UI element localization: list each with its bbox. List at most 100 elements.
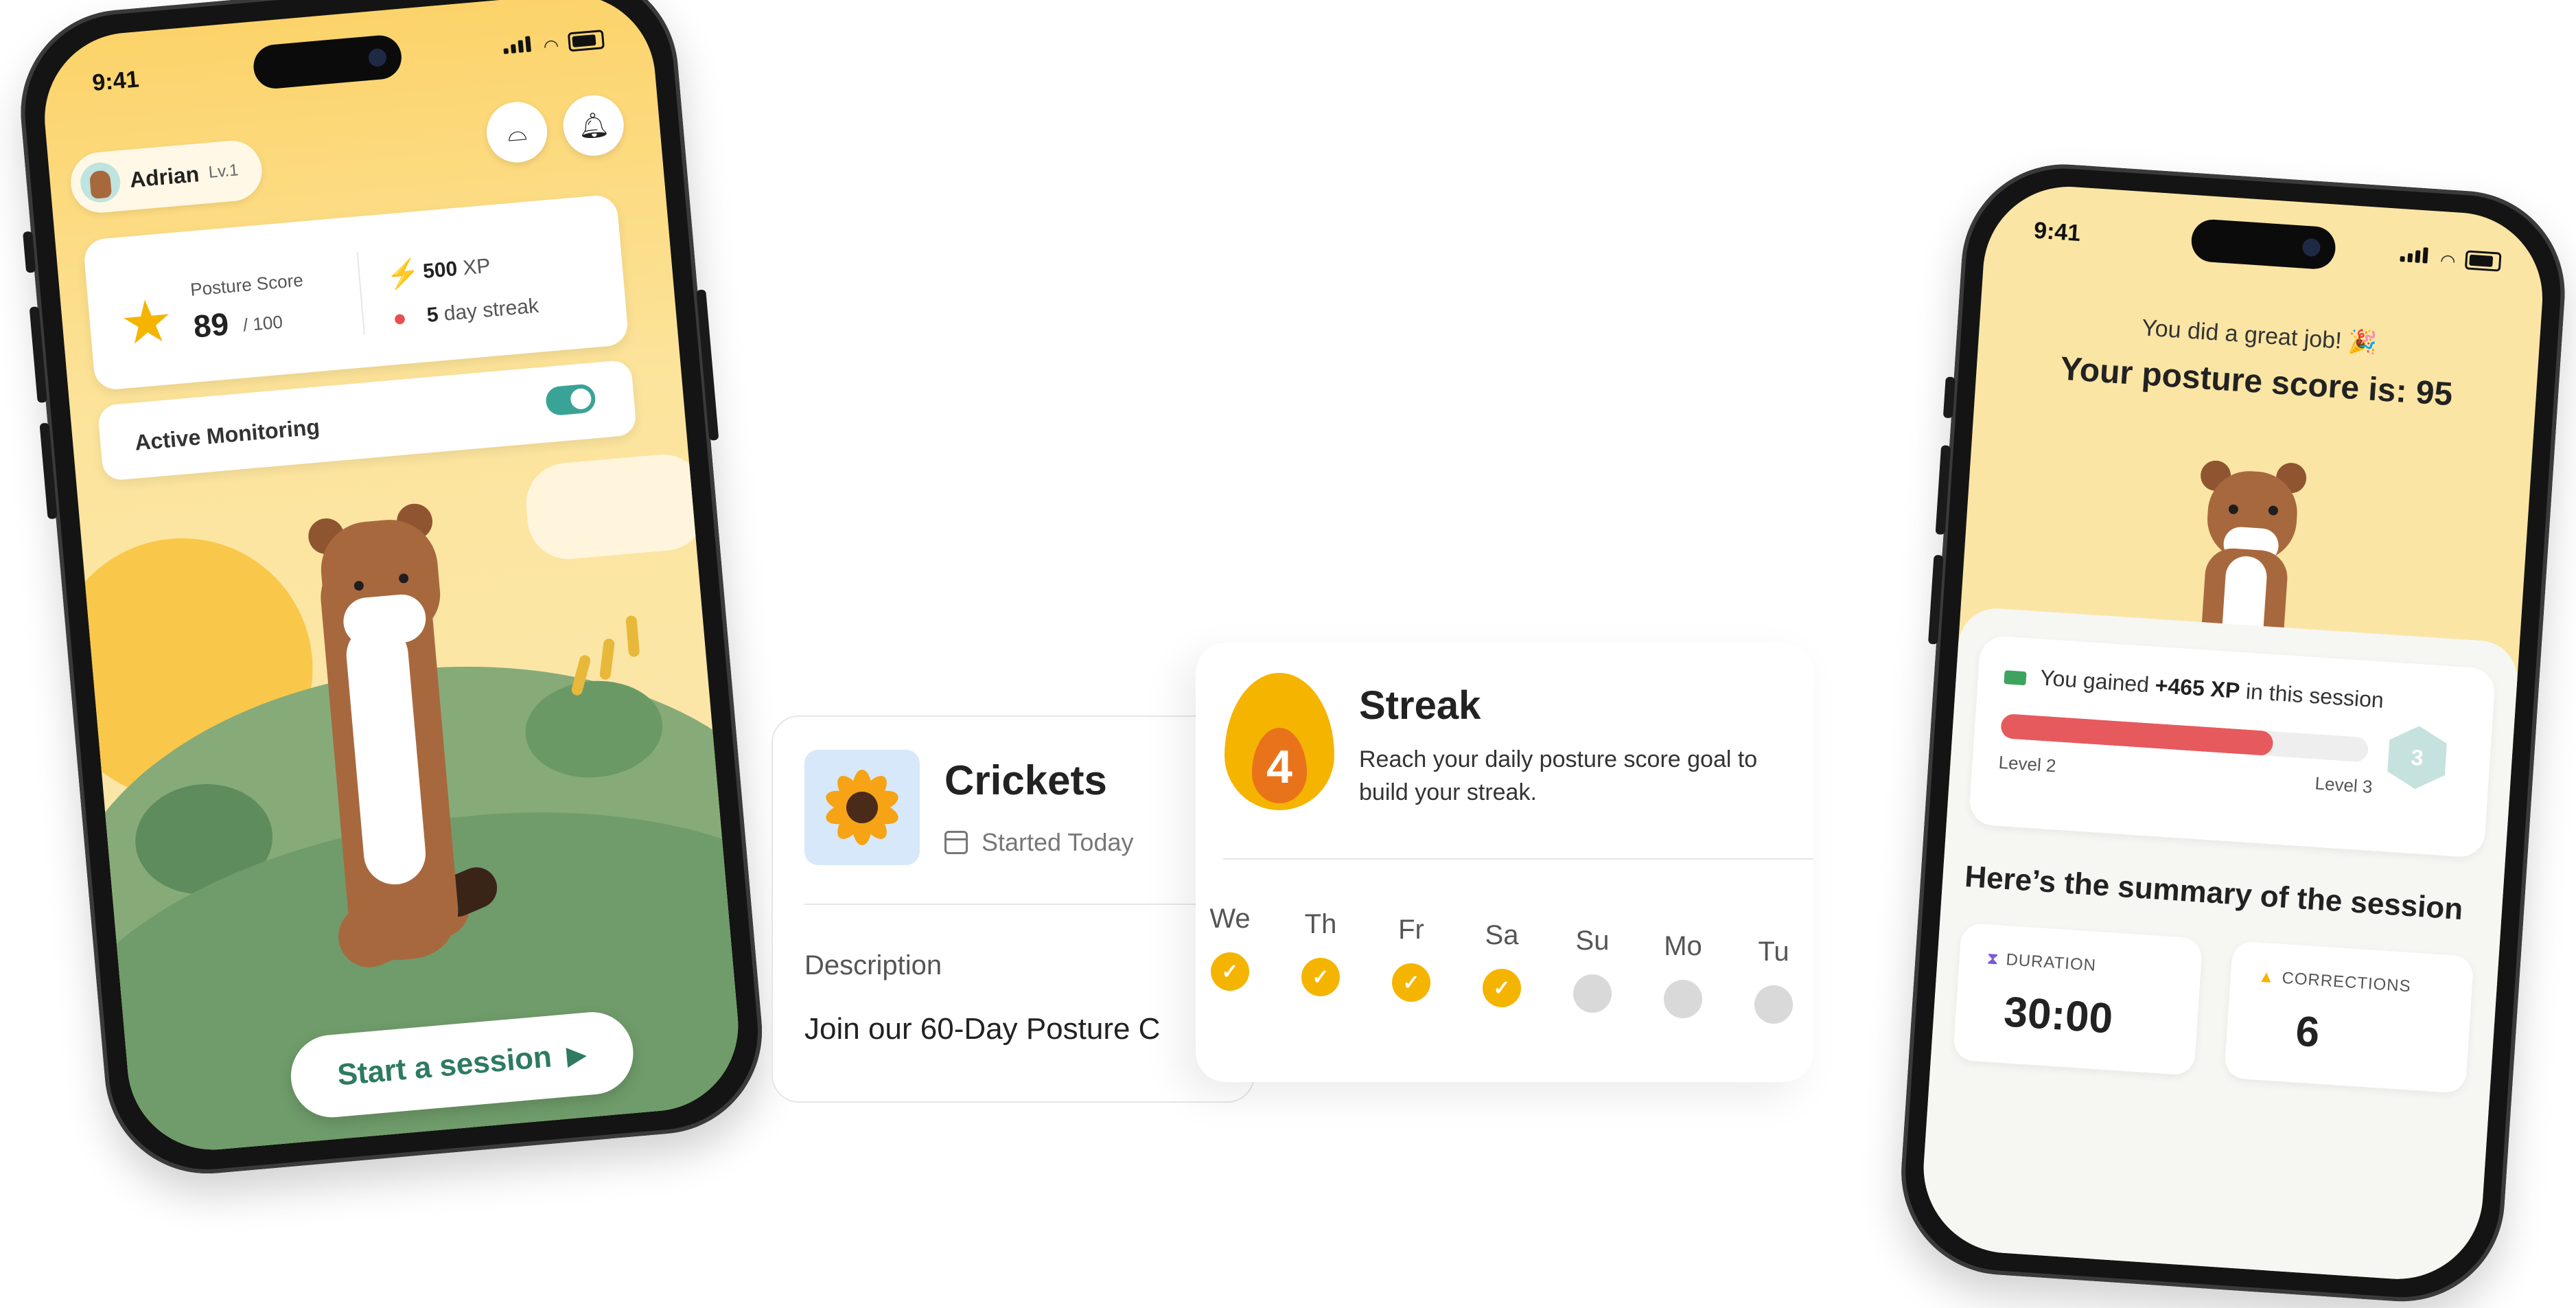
xp-gain-text: You gained +465 XP in this session: [2004, 663, 2384, 713]
user-profile-pill[interactable]: Adrian Lv.1: [68, 138, 265, 216]
user-name: Adrian: [128, 161, 200, 192]
day-fr: Fr ✓: [1384, 915, 1439, 1002]
dynamic-island: [2190, 218, 2337, 271]
course-start-date: Started Today: [944, 828, 1133, 857]
calendar-icon: [944, 831, 968, 854]
reed-illustration: [625, 615, 640, 658]
day-label: Fr: [1398, 915, 1424, 945]
divider: [1223, 858, 1813, 860]
volume-down-button: [39, 422, 58, 520]
cash-icon: [2004, 669, 2027, 685]
level-badge-icon: 3: [2387, 724, 2448, 791]
flame-icon: 4: [1225, 673, 1341, 810]
current-level-label: Level 2: [1997, 751, 2057, 777]
lightning-icon: ⚡: [384, 257, 422, 291]
streak-count: 4: [1266, 741, 1292, 793]
day-mo: Mo: [1656, 931, 1710, 1018]
check-icon: ✓: [1301, 958, 1340, 996]
start-session-label: Start a session: [336, 1040, 553, 1092]
wifi-icon: ◠: [542, 34, 560, 57]
signal-icon: [502, 36, 534, 58]
flame-icon: ●: [391, 304, 408, 332]
xp-unit: XP: [462, 254, 491, 280]
check-icon: ✓: [1483, 969, 1521, 1007]
battery-icon: [567, 30, 605, 52]
status-icons: ◠: [502, 30, 605, 58]
notifications-button[interactable]: 🔔︎: [561, 93, 627, 159]
home-screen: 9:41 ◠ Adrian Lv.1 ⌓ 🔔︎ ★ Posture Score …: [37, 0, 745, 1157]
day-label: Su: [1575, 926, 1610, 956]
course-thumbnail: [804, 750, 920, 865]
day-su: Su: [1565, 926, 1620, 1013]
day-label: Th: [1304, 909, 1337, 939]
home-phone: 9:41 ◠ Adrian Lv.1 ⌓ 🔔︎ ★ Posture Score …: [12, 0, 771, 1182]
duration-value: 30:00: [2002, 988, 2115, 1043]
empty-dot-icon: [1754, 985, 1793, 1024]
day-we: We ✓: [1203, 904, 1257, 991]
bell-icon: 🔔︎: [577, 109, 611, 141]
xp-gain-prefix: You gained: [2039, 665, 2150, 698]
monitoring-label: Active Monitoring: [133, 414, 321, 455]
duration-card: ⧗ DURATION 30:00: [1952, 922, 2203, 1076]
streak-card: 4 Streak Reach your daily posture score …: [1196, 643, 1813, 1082]
divider: [804, 904, 1253, 905]
corrections-value: 6: [2294, 1007, 2321, 1057]
duration-label: ⧗ DURATION: [1986, 949, 2097, 975]
day-label: We: [1209, 904, 1251, 934]
posture-score-max: / 100: [242, 311, 284, 336]
volume-up-button: [1935, 445, 1951, 535]
streak-value: 5: [426, 303, 439, 327]
star-icon: ★: [117, 287, 176, 358]
day-label: Tu: [1758, 937, 1789, 967]
silent-switch: [23, 231, 36, 273]
course-started-text: Started Today: [982, 828, 1134, 856]
power-button: [696, 289, 719, 441]
play-icon: ▶: [565, 1040, 588, 1070]
streak-description: Reach your daily posture score goal to b…: [1359, 746, 1758, 805]
status-time: 9:41: [2032, 217, 2082, 247]
posture-score-value: 89: [192, 306, 231, 345]
result-phone: 9:41 ◠ You did a great job! 🎉 Your postu…: [1894, 158, 2572, 1308]
divider: [356, 252, 365, 335]
posture-score-label: Posture Score: [189, 269, 304, 300]
course-card[interactable]: Crickets Started Today Description Join …: [771, 715, 1255, 1103]
xp-value: 500: [421, 257, 459, 284]
check-icon: ✓: [1211, 952, 1249, 991]
earbuds-icon: ⌓: [506, 116, 529, 147]
dynamic-island: [251, 33, 404, 91]
streak-title: Streak: [1359, 683, 1481, 728]
description-label: Description: [804, 950, 942, 980]
earbuds-button[interactable]: ⌓: [484, 99, 550, 165]
signal-icon: [2400, 246, 2431, 267]
empty-dot-icon: [1664, 980, 1702, 1018]
wifi-icon: ◠: [2439, 249, 2457, 272]
day-sa: Sa ✓: [1474, 920, 1529, 1007]
monitoring-toggle[interactable]: [544, 383, 597, 417]
avatar: [78, 161, 122, 205]
xp-stat: 500 XP: [422, 255, 491, 284]
user-level: Lv.1: [207, 161, 240, 182]
camera-icon: [367, 47, 387, 67]
course-title: Crickets: [944, 757, 1107, 803]
silent-switch: [1942, 376, 1956, 419]
cloud-illustration: [522, 451, 709, 563]
day-th: Th ✓: [1293, 909, 1348, 996]
day-label: Sa: [1485, 920, 1519, 950]
corrections-label: ▲ CORRECTIONS: [2258, 967, 2412, 996]
streak-stat: 5 day streak: [426, 295, 539, 328]
volume-down-button: [1927, 554, 1944, 645]
description-text: Join our 60-Day Posture C: [804, 1012, 1161, 1046]
battery-icon: [2464, 250, 2502, 272]
streak-unit: day streak: [443, 294, 540, 325]
reed-illustration: [599, 638, 616, 680]
xp-gain-suffix: in this session: [2244, 678, 2384, 713]
empty-dot-icon: [1573, 974, 1612, 1013]
warning-icon: ▲: [2258, 967, 2276, 987]
status-icons: ◠: [2400, 246, 2502, 272]
xp-gain-card: You gained +465 XP in this session Level…: [1968, 634, 2496, 858]
hourglass-icon: ⧗: [1986, 949, 2000, 969]
corrections-card: ▲ CORRECTIONS 6: [2224, 941, 2474, 1094]
sunflower-icon: [823, 770, 901, 845]
camera-icon: [2301, 238, 2321, 257]
check-icon: ✓: [1392, 963, 1430, 1002]
